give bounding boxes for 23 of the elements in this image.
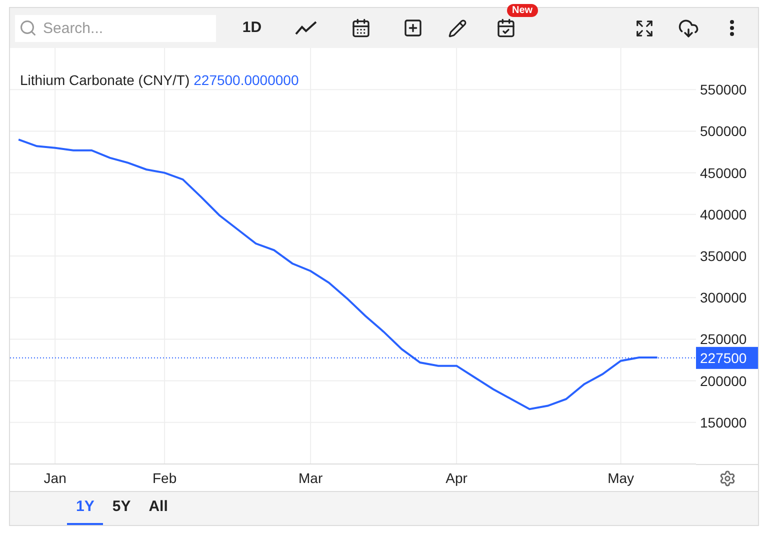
legend-label: Lithium Carbonate (CNY/T): [20, 71, 190, 90]
interval-button[interactable]: 1D: [230, 13, 274, 43]
new-badge: New: [507, 4, 538, 17]
y-axis-label: 550000: [700, 82, 747, 98]
range-tab[interactable]: 5Y: [103, 492, 140, 525]
x-axis-label: Feb: [152, 470, 177, 486]
y-axis-label: 250000: [700, 331, 747, 348]
y-axis-label: 350000: [700, 248, 747, 264]
x-axis-label: May: [608, 470, 634, 486]
x-axis-label: Apr: [446, 470, 468, 486]
x-axis-label: Mar: [298, 470, 323, 486]
legend-value: 227500.0000000: [194, 71, 299, 90]
y-axis-label: 400000: [700, 206, 747, 222]
y-axis-label: 450000: [700, 164, 747, 181]
current-price-tag: 227500: [696, 346, 758, 369]
y-axis-label: 200000: [700, 372, 747, 389]
y-axis-label: 500000: [700, 123, 747, 140]
y-axis-label: 150000: [700, 414, 747, 430]
x-axis-label: Jan: [44, 470, 66, 486]
range-tab[interactable]: 1Y: [67, 492, 104, 525]
search-field[interactable]: Search...: [15, 14, 216, 42]
y-axis-label: 300000: [700, 290, 747, 306]
range-tab[interactable]: All: [140, 492, 177, 525]
